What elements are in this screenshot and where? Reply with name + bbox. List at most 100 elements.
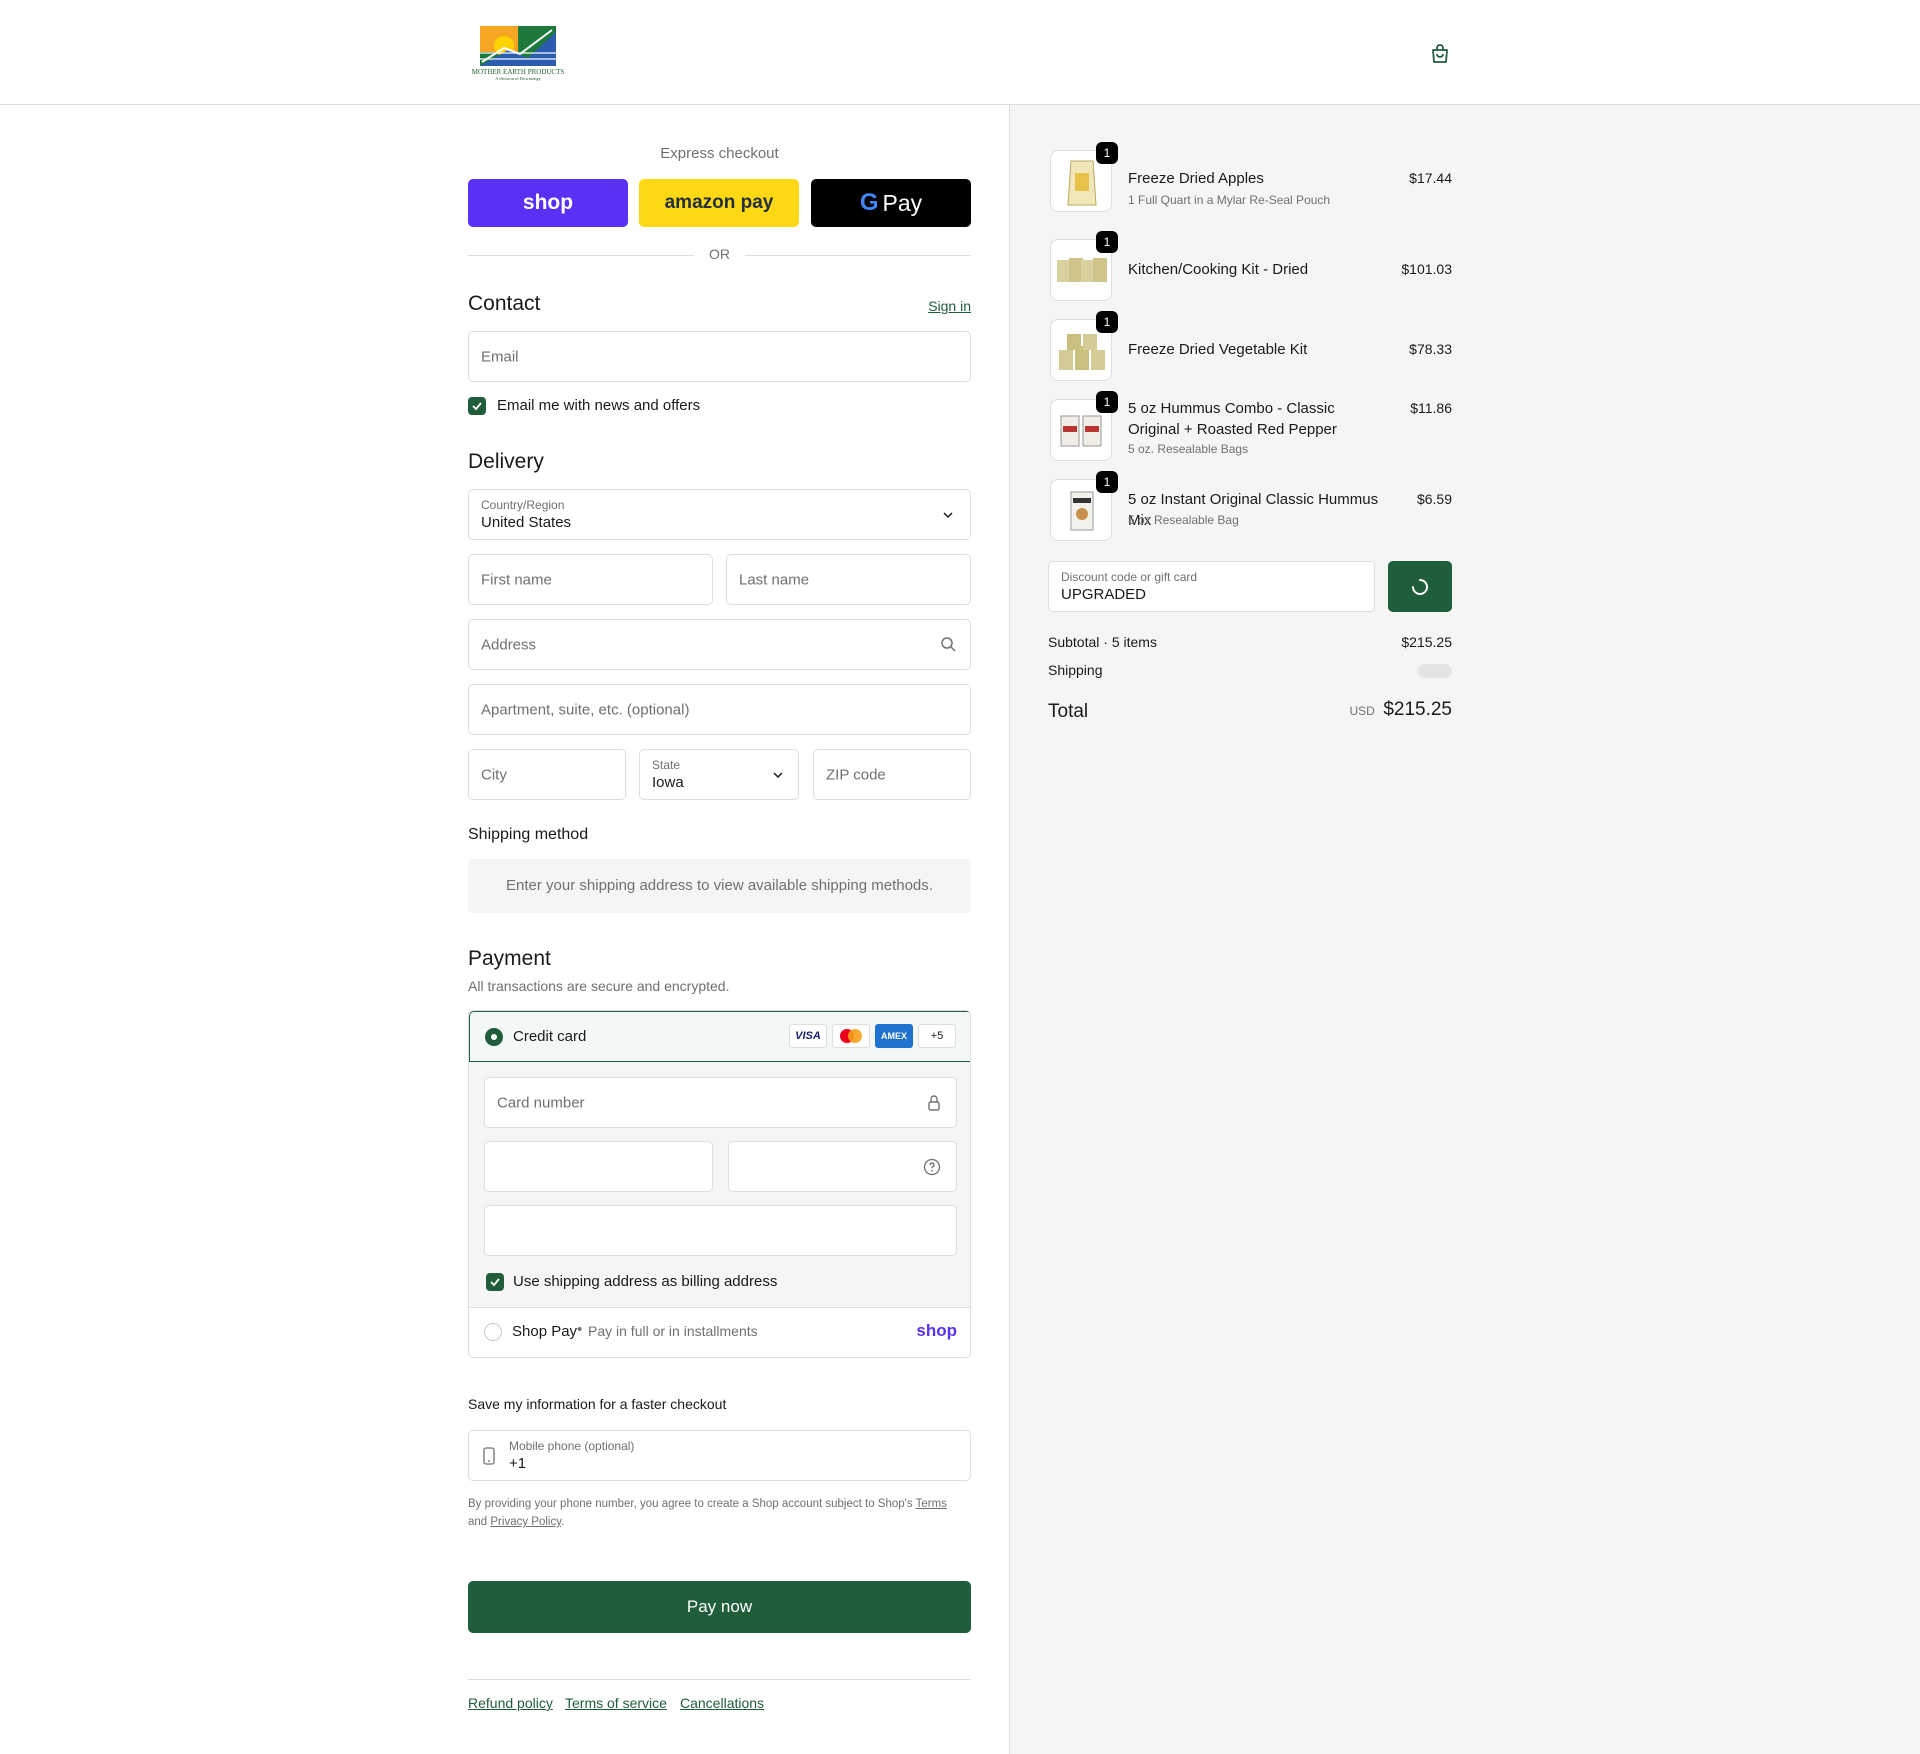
shop-pay-label: shop	[522, 191, 574, 214]
chevron-down-icon	[773, 772, 783, 779]
or-label: OR	[709, 246, 730, 262]
shop-pay-option[interactable]: Shop Pay • Pay in full or in installment…	[469, 1307, 970, 1357]
cart-line-item: 1 Freeze Dried Vegetable Kit $78.33	[1048, 311, 1452, 381]
mobile-phone-field[interactable]: Mobile phone (optional) +1	[468, 1430, 971, 1481]
payment-subtitle: All transactions are secure and encrypte…	[468, 978, 730, 994]
check-icon	[472, 402, 482, 411]
shop-pay-option-label: Shop Pay	[512, 1323, 578, 1340]
cart-line-item: 1 5 oz Instant Original Classic Hummus M…	[1048, 471, 1452, 541]
google-pay-label: Pay	[882, 189, 923, 216]
cart-line-item: 1 Kitchen/Cooking Kit - Dried $101.03	[1048, 231, 1452, 301]
loading-spinner-icon	[1412, 578, 1428, 595]
amazon-pay-label: amazon pay	[664, 192, 774, 213]
email-field[interactable]: Email	[468, 331, 971, 382]
refund-policy-link[interactable]: Refund policy	[468, 1695, 553, 1711]
cart-line-item: 1 5 oz Hummus Combo - Classic Original +…	[1048, 391, 1452, 461]
country-select[interactable]: Country/Region United States	[468, 489, 971, 540]
item-title: Kitchen/Cooking Kit - Dried	[1128, 261, 1309, 278]
item-title: 5 oz Hummus Combo - Classic Original + R…	[1128, 400, 1337, 438]
total-value-group: USD $215.25	[1350, 699, 1452, 721]
item-variant: 5 oz. Resealable Bags	[1128, 442, 1249, 456]
shop-privacy-link[interactable]: Privacy Policy	[490, 1516, 561, 1528]
subtotal-label: Subtotal · 5 items	[1048, 634, 1157, 650]
item-title: Freeze Dried Apples	[1128, 170, 1264, 187]
currency-code: USD	[1349, 704, 1375, 718]
phone-legal-text: By providing your phone number, you agre…	[468, 1498, 947, 1528]
cancellations-link[interactable]: Cancellations	[680, 1695, 764, 1711]
credit-card-label: Credit card	[513, 1028, 587, 1045]
state-select[interactable]: State Iowa	[639, 749, 799, 800]
zip-field[interactable]: ZIP code	[813, 749, 971, 800]
total-label: Total	[1048, 701, 1089, 722]
item-price: $6.59	[1416, 491, 1452, 507]
city-field[interactable]: City	[468, 749, 626, 800]
terms-of-service-link[interactable]: Terms of service	[565, 1695, 667, 1711]
item-title: Freeze Dried Vegetable Kit	[1128, 341, 1308, 358]
footer-divider	[468, 1679, 971, 1680]
first-name-field[interactable]: First name	[468, 554, 713, 605]
check-icon	[490, 1278, 500, 1287]
address-field[interactable]: Address	[468, 619, 971, 670]
lock-icon	[928, 1095, 940, 1111]
billing-address-checkbox[interactable]	[486, 1273, 504, 1291]
more-cards-badge: +5	[918, 1024, 956, 1048]
shop-pay-button[interactable]: shop	[468, 179, 628, 227]
card-number-field[interactable]: Card number	[484, 1077, 957, 1128]
credit-card-option[interactable]: Credit card VISA AMEX +5	[469, 1011, 970, 1062]
payment-heading: Payment	[468, 947, 551, 970]
brand-logo[interactable]: MOTHER EARTH PRODUCTS A division of Down…	[468, 22, 568, 82]
item-price: $17.44	[1409, 170, 1452, 186]
google-pay-button[interactable]: G Pay	[811, 179, 971, 227]
security-code-field[interactable]	[728, 1141, 957, 1192]
shop-pay-logo: shop	[916, 1321, 957, 1340]
search-icon	[941, 637, 956, 652]
last-name-field[interactable]: Last name	[726, 554, 971, 605]
item-price: $78.33	[1409, 341, 1452, 357]
expiration-date-field[interactable]	[484, 1141, 713, 1192]
shop-pay-radio[interactable]	[484, 1323, 502, 1341]
delivery-heading: Delivery	[468, 450, 544, 473]
express-checkout-title: Express checkout	[660, 145, 779, 162]
item-price: $11.86	[1410, 400, 1452, 416]
sign-in-link[interactable]: Sign in	[928, 298, 971, 314]
shopping-bag-icon[interactable]	[1428, 42, 1452, 66]
quantity-badge: 1	[1096, 311, 1118, 333]
billing-address-label: Use shipping address as billing address	[513, 1273, 778, 1290]
pay-now-button[interactable]: Pay now	[468, 1581, 971, 1633]
visa-icon: VISA	[789, 1024, 827, 1048]
or-divider: OR	[468, 245, 971, 265]
help-circle-icon[interactable]	[923, 1158, 941, 1176]
shop-terms-link[interactable]: Terms	[916, 1498, 947, 1510]
brand-tagline: A division of Downrange	[495, 76, 541, 81]
shipping-label: Shipping	[1048, 662, 1103, 678]
mastercard-icon	[832, 1024, 870, 1048]
credit-card-form: Card number Use shipping address as bill…	[469, 1062, 970, 1308]
apply-discount-button[interactable]	[1388, 561, 1452, 612]
quantity-badge: 1	[1096, 391, 1118, 413]
discount-code-field[interactable]: Discount code or gift card UPGRADED	[1048, 561, 1375, 612]
google-g-icon: G	[859, 189, 879, 216]
subtotal-value: $215.25	[1401, 634, 1452, 650]
amazon-pay-button[interactable]: amazon pay	[639, 179, 799, 227]
amex-icon: AMEX	[875, 1024, 913, 1048]
quantity-badge: 1	[1096, 231, 1118, 253]
checkout-header: MOTHER EARTH PRODUCTS A division of Down…	[0, 0, 1920, 105]
shop-pay-dot: •	[577, 1321, 583, 1338]
newsletter-label: Email me with news and offers	[497, 397, 701, 414]
cart-line-item: 1 Freeze Dried Apples 1 Full Quart in a …	[1048, 142, 1452, 212]
item-variant: 1 Full Quart in a Mylar Re-Seal Pouch	[1128, 193, 1331, 207]
chevron-down-icon	[943, 512, 953, 519]
name-on-card-field[interactable]	[484, 1205, 957, 1256]
contact-heading: Contact	[468, 292, 541, 315]
shop-pay-description: Pay in full or in installments	[588, 1323, 758, 1339]
mobile-phone-icon	[483, 1447, 495, 1465]
apartment-field[interactable]: Apartment, suite, etc. (optional)	[468, 684, 971, 735]
payment-methods: Credit card VISA AMEX +5 Card number Use…	[468, 1010, 971, 1358]
brand-name: MOTHER EARTH PRODUCTS	[471, 68, 565, 76]
newsletter-checkbox[interactable]	[468, 397, 486, 415]
credit-card-radio[interactable]	[485, 1028, 503, 1046]
item-price: $101.03	[1401, 261, 1452, 277]
quantity-badge: 1	[1096, 142, 1118, 164]
shipping-method-heading: Shipping method	[468, 826, 589, 843]
quantity-badge: 1	[1096, 471, 1118, 493]
